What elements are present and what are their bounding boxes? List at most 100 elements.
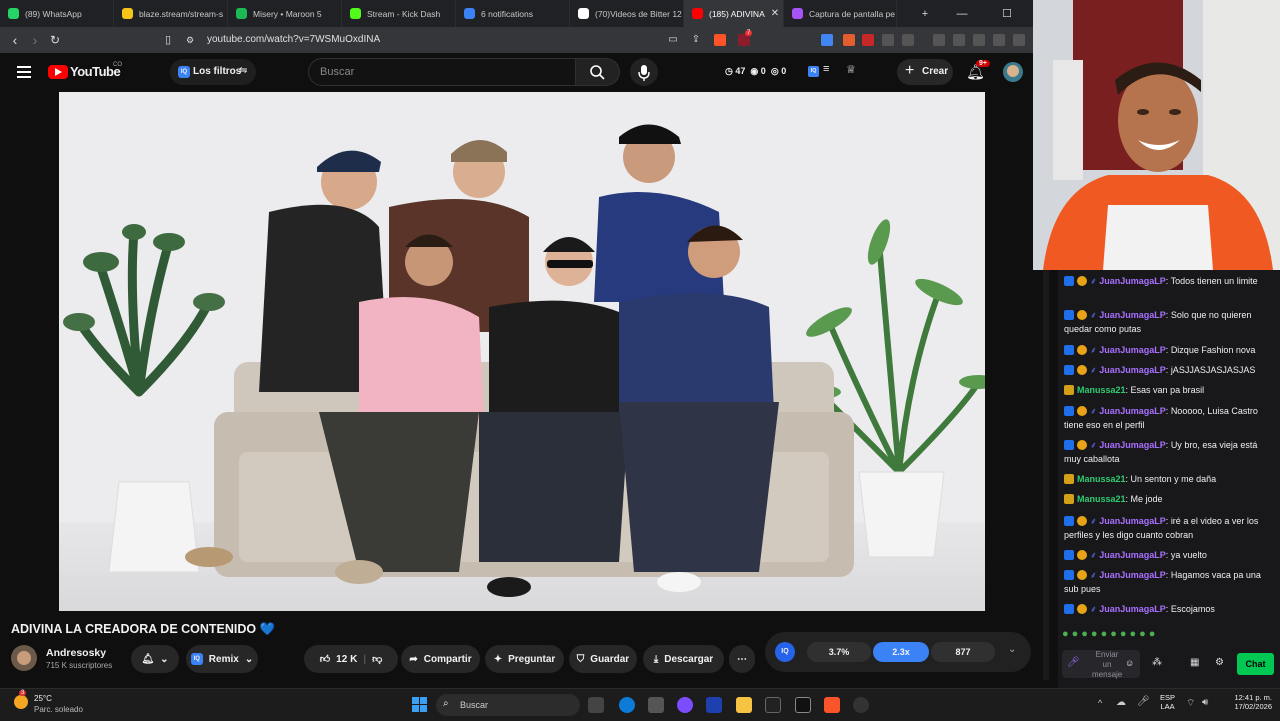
terminal-icon[interactable] <box>765 697 781 713</box>
iq-icon[interactable]: IQ <box>808 66 819 77</box>
chat-username[interactable]: JuanJumagaLP <box>1099 516 1166 526</box>
save-button[interactable]: ⛉ Guardar <box>569 645 637 673</box>
url-field[interactable]: youtube.com/watch?v=7WSMuOxdINA <box>207 30 697 50</box>
chat-send-button[interactable]: Chat <box>1237 653 1274 675</box>
avatar[interactable] <box>1003 62 1023 82</box>
extension-icon[interactable] <box>862 34 874 46</box>
store-icon[interactable]: ▦ <box>1190 657 1199 668</box>
mic-tray-icon[interactable]: 🎤︎ <box>1137 696 1150 707</box>
chat-username[interactable]: JuanJumagaLP <box>1099 310 1166 320</box>
extension-icon[interactable] <box>902 34 914 46</box>
remix-button[interactable]: IQ Remix ⌄ <box>186 645 258 673</box>
browser-tab[interactable]: (185) ADIVINA ✕ <box>684 0 784 27</box>
chat-username[interactable]: JuanJumagaLP <box>1099 365 1166 375</box>
copilot-icon[interactable] <box>677 697 693 713</box>
puzzle-icon[interactable] <box>882 34 894 46</box>
brave-shields-icon[interactable] <box>714 34 726 46</box>
video-player[interactable] <box>59 92 985 611</box>
voice-search-button[interactable] <box>630 58 658 86</box>
browser-tab[interactable]: blaze.stream/stream-s <box>114 0 228 27</box>
chat-username[interactable]: JuanJumagaLP <box>1099 440 1166 450</box>
channel-name[interactable]: Andresosky <box>46 647 106 659</box>
search-input[interactable]: Buscar <box>308 58 576 86</box>
browser-tab[interactable]: Captura de pantalla pe <box>784 0 897 27</box>
like-count[interactable]: 12 K <box>336 654 357 665</box>
ask-button[interactable]: ✦ Preguntar <box>485 645 564 673</box>
dislike-icon[interactable]: 👎︎ <box>372 653 382 665</box>
filters-button[interactable]: IQ Los filtros ⇋ <box>170 59 256 85</box>
taskbar-search[interactable]: ⌕ Buscar <box>436 694 580 716</box>
emoji-icon[interactable]: ☺ <box>1125 658 1134 668</box>
like-icon[interactable]: 👍︎ <box>320 653 330 665</box>
trophy-icon[interactable]: ♕ <box>846 63 856 76</box>
create-button[interactable]: + Crear <box>897 59 953 85</box>
browser-tab[interactable]: Misery • Maroon 5 <box>228 0 342 27</box>
task-view-icon[interactable] <box>588 697 604 713</box>
browser-tab[interactable]: (89) WhatsApp <box>0 0 114 27</box>
site-info-icon[interactable]: ⚙ <box>182 32 198 48</box>
forward-icon[interactable]: › <box>27 32 43 48</box>
translate-extension-icon[interactable] <box>821 34 833 46</box>
emote-bar[interactable]: ●●●●●●●●●● <box>1062 628 1252 646</box>
chat-username[interactable]: JuanJumagaLP <box>1099 570 1166 580</box>
menu-icon[interactable] <box>17 66 31 78</box>
wallet-icon[interactable] <box>973 34 985 46</box>
download-button[interactable]: ⤓ Descargar <box>643 645 724 673</box>
windows-start-icon[interactable] <box>412 697 427 712</box>
brave-browser-icon[interactable] <box>824 697 840 713</box>
browser-tab[interactable]: (70)Videos de Bitter 12 <box>570 0 684 27</box>
chat-username[interactable]: JuanJumagaLP <box>1099 604 1166 614</box>
chat-username[interactable]: JuanJumagaLP <box>1099 276 1166 286</box>
snipping-tool-icon[interactable] <box>648 697 664 713</box>
maximize-icon[interactable]: ☐ <box>985 0 1029 27</box>
network-icon[interactable]: ⌔ <box>1186 697 1195 710</box>
chat-username[interactable]: JuanJumagaLP <box>1099 406 1166 416</box>
volume-icon[interactable]: 🔊︎ <box>1202 697 1208 708</box>
back-icon[interactable]: ‹ <box>7 32 23 48</box>
share-button[interactable]: ➦ Compartir <box>401 645 480 673</box>
edge-icon[interactable] <box>619 697 635 713</box>
chevron-down-icon[interactable]: ⌄ <box>1008 644 1016 655</box>
music-icon[interactable] <box>933 34 945 46</box>
chevron-up-icon[interactable]: ^ <box>1098 698 1102 708</box>
minimize-icon[interactable]: — <box>940 0 984 27</box>
leo-ai-icon[interactable] <box>993 34 1005 46</box>
share-page-icon[interactable]: ⇪ <box>688 32 704 48</box>
close-tab-icon[interactable]: ✕ <box>771 8 779 19</box>
obs-icon[interactable] <box>853 697 869 713</box>
extension-icon[interactable] <box>843 34 855 46</box>
browser-tab[interactable]: Stream - Kick Dash <box>342 0 456 27</box>
youtube-logo-icon[interactable] <box>48 65 68 79</box>
engagement-pct[interactable]: 3.7% <box>807 642 871 662</box>
chat-username[interactable]: Manussa21 <box>1077 494 1126 504</box>
outlier-ratio[interactable]: 2.3x <box>873 642 929 662</box>
search-button[interactable] <box>576 58 620 86</box>
reload-icon[interactable]: ↻ <box>47 32 63 48</box>
chat-username[interactable]: Manussa21 <box>1077 385 1126 395</box>
weather-icon[interactable] <box>14 695 28 709</box>
browser-tab[interactable]: 6 notifications <box>456 0 570 27</box>
sidebar-icon[interactable] <box>953 34 965 46</box>
cloud-icon[interactable]: ☁ <box>1116 697 1126 708</box>
subscribed-button[interactable]: 🔔︎ ⌄ <box>131 645 179 673</box>
cast-icon[interactable]: ▭ <box>665 32 681 48</box>
chat-input[interactable]: 🎤︎ Enviar un mensaje ☺ <box>1062 650 1140 679</box>
comment-count[interactable]: 877 <box>931 642 995 662</box>
chat-username[interactable]: JuanJumagaLP <box>1099 345 1166 355</box>
channel-avatar[interactable] <box>11 645 37 671</box>
microphone-icon[interactable]: 🎤︎ <box>1067 657 1080 668</box>
rewards-icon[interactable]: ⁂ <box>1152 657 1162 668</box>
language-indicator[interactable]: ESP LAA <box>1160 693 1175 711</box>
file-explorer-icon[interactable] <box>736 697 752 713</box>
chat-username[interactable]: Manussa21 <box>1077 474 1126 484</box>
list-icon[interactable]: ≡ <box>823 63 829 75</box>
iq-logo-icon[interactable]: IQ <box>775 642 795 662</box>
bookmark-icon[interactable]: ▯ <box>160 32 176 48</box>
settings-gear-icon[interactable]: ⚙ <box>1215 657 1224 668</box>
store-app-icon[interactable] <box>706 697 722 713</box>
more-actions-button[interactable]: ⋯ <box>729 645 755 673</box>
epic-games-icon[interactable] <box>795 697 811 713</box>
chat-username[interactable]: JuanJumagaLP <box>1099 550 1166 560</box>
vpn-icon[interactable] <box>1013 34 1025 46</box>
system-clock[interactable]: 12:41 p. m. 17/02/2026 <box>1222 693 1272 711</box>
